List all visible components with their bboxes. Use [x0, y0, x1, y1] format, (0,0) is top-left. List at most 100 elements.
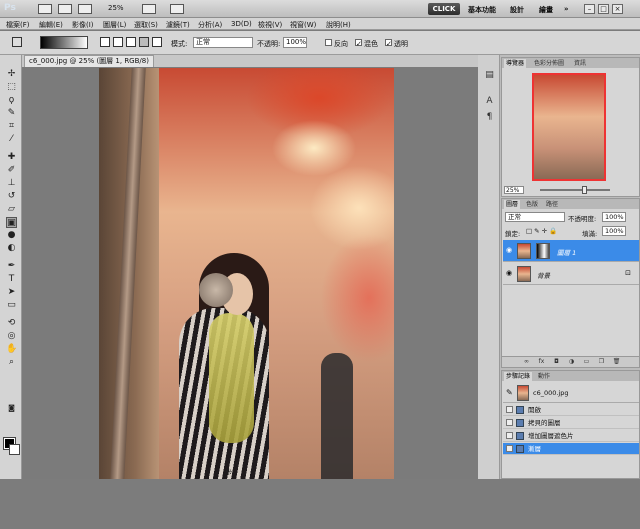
dither-checkbox[interactable]: ✓	[355, 39, 362, 48]
history-item-selected[interactable]: 漸層	[503, 443, 639, 455]
document-tab[interactable]: c6_000.jpg @ 25% (圖層 1, RGB/8)	[24, 55, 154, 67]
eyedropper-tool-icon[interactable]: ⁄	[6, 134, 17, 145]
lasso-tool-icon[interactable]: ϙ	[6, 95, 17, 106]
blur-tool-icon[interactable]: ●	[6, 230, 17, 241]
menu-view[interactable]: 檢視(V)	[258, 20, 282, 30]
navigator-thumbnail[interactable]	[532, 73, 606, 181]
reflected-gradient-icon[interactable]	[139, 37, 149, 47]
dodge-tool-icon[interactable]: ◐	[6, 243, 17, 254]
new-layer-icon[interactable]: ❐	[597, 358, 606, 366]
view-extras-icon[interactable]	[78, 4, 92, 14]
arrange-documents-icon[interactable]	[142, 4, 156, 14]
menu-window[interactable]: 視窗(W)	[290, 20, 316, 30]
history-item[interactable]: 開啟	[503, 404, 639, 416]
hand-tool-icon[interactable]: ✋	[6, 344, 17, 355]
brush-tool-icon[interactable]: ✐	[6, 165, 17, 176]
3d-rotate-tool-icon[interactable]: ⟲	[6, 318, 17, 329]
navigator-zoom-slider[interactable]	[540, 189, 610, 191]
layer-style-icon[interactable]: fx	[537, 358, 546, 366]
path-selection-tool-icon[interactable]: ➤	[6, 287, 17, 298]
pen-tool-icon[interactable]: ✒	[6, 261, 17, 272]
history-checkbox[interactable]	[506, 406, 513, 413]
history-checkbox[interactable]	[506, 432, 513, 439]
marquee-tool-icon[interactable]: ⬚	[6, 82, 17, 93]
crop-tool-icon[interactable]: ⌗	[6, 121, 17, 132]
tab-info[interactable]: 資訊	[572, 59, 588, 68]
menu-analysis[interactable]: 分析(A)	[198, 20, 222, 30]
menu-help[interactable]: 說明(H)	[326, 20, 351, 30]
tab-layers[interactable]: 圖層	[504, 200, 521, 209]
menu-layer[interactable]: 圖層(L)	[103, 20, 126, 30]
menu-select[interactable]: 選取(S)	[134, 20, 158, 30]
move-tool-icon[interactable]: ✢	[6, 69, 17, 80]
shape-tool-icon[interactable]: ▭	[6, 300, 17, 311]
3d-orbit-tool-icon[interactable]: ◎	[6, 331, 17, 342]
history-checkbox[interactable]	[506, 419, 513, 426]
bridge-icon[interactable]	[38, 4, 52, 14]
opacity-input[interactable]: 100%	[283, 37, 307, 48]
menu-edit[interactable]: 編輯(E)	[39, 20, 63, 30]
reverse-checkbox[interactable]	[325, 39, 332, 46]
menu-3d[interactable]: 3D(D)	[231, 20, 252, 28]
tab-channels[interactable]: 色版	[524, 200, 540, 209]
transparency-checkbox[interactable]: ✓	[385, 39, 392, 48]
zoom-tool-icon[interactable]: ⌕	[6, 357, 17, 368]
blend-mode-select[interactable]: 正常	[505, 212, 565, 222]
navigator-zoom-input[interactable]: 25%	[504, 186, 524, 194]
mini-bridge-icon[interactable]	[58, 4, 72, 14]
workspace-painting[interactable]: 繪畫	[539, 5, 553, 15]
layer-mask-thumbnail[interactable]	[536, 243, 550, 259]
background-color-swatch[interactable]	[9, 444, 20, 455]
mode-select[interactable]: 正常	[193, 37, 253, 48]
lock-options-icon[interactable]: □✎✛🔒	[526, 227, 559, 235]
tab-histogram[interactable]: 色彩分佈圖	[532, 59, 566, 68]
collapsed-panel-icon[interactable]: ▤	[484, 70, 495, 81]
more-workspaces-button[interactable]: »	[564, 5, 569, 13]
healing-brush-tool-icon[interactable]: ✚	[6, 152, 17, 163]
history-snapshot[interactable]: ✎ c6_000.jpg	[503, 383, 639, 403]
gradient-tool-preset-icon[interactable]	[12, 37, 22, 47]
tab-history[interactable]: 步驟記錄	[504, 372, 533, 381]
tab-paths[interactable]: 路徑	[544, 200, 560, 209]
screen-mode-icon[interactable]	[170, 4, 184, 14]
maximize-button[interactable]: □	[598, 4, 609, 14]
click-button[interactable]: CLICK	[428, 3, 460, 15]
clone-stamp-tool-icon[interactable]: ⊥	[6, 178, 17, 189]
diamond-gradient-icon[interactable]	[152, 37, 162, 47]
radial-gradient-icon[interactable]	[113, 37, 123, 47]
delete-layer-icon[interactable]: 🗑	[612, 358, 621, 366]
add-mask-icon[interactable]: ◘	[552, 358, 561, 366]
close-button[interactable]: ×	[612, 4, 623, 14]
angle-gradient-icon[interactable]	[126, 37, 136, 47]
quick-mask-icon[interactable]: ◙	[6, 403, 17, 414]
link-layers-icon[interactable]: ∞	[522, 358, 531, 366]
layer-row-background[interactable]: ◉ 背景 ⊡	[503, 263, 639, 285]
gradient-picker[interactable]	[40, 36, 88, 49]
history-brush-source-icon[interactable]: ✎	[506, 388, 513, 397]
zoom-level-select[interactable]: 25%	[96, 4, 134, 15]
eraser-tool-icon[interactable]: ▱	[6, 204, 17, 215]
quick-select-tool-icon[interactable]: ✎	[6, 108, 17, 119]
menu-image[interactable]: 影像(I)	[72, 20, 94, 30]
layer-row-layer1[interactable]: ◉ 圖層 1	[503, 240, 639, 262]
fill-input[interactable]: 100%	[602, 226, 626, 236]
new-group-icon[interactable]: ▭	[582, 358, 591, 366]
menu-file[interactable]: 檔案(F)	[6, 20, 30, 30]
linear-gradient-icon[interactable]	[100, 37, 110, 47]
document-canvas-image[interactable]	[99, 68, 394, 479]
minimize-button[interactable]: –	[584, 4, 595, 14]
type-tool-icon[interactable]: T	[6, 274, 17, 285]
tab-navigator[interactable]: 導覽器	[504, 59, 527, 68]
layer-opacity-input[interactable]: 100%	[602, 212, 626, 222]
paragraph-panel-icon[interactable]: ¶	[484, 112, 495, 123]
adjustment-layer-icon[interactable]: ◑	[567, 358, 576, 366]
tab-actions[interactable]: 動作	[536, 372, 552, 381]
workspace-essentials[interactable]: 基本功能	[468, 5, 496, 15]
history-item[interactable]: 增加圖層遮色片	[503, 430, 639, 442]
workspace-design[interactable]: 設計	[510, 5, 524, 15]
history-brush-tool-icon[interactable]: ↺	[6, 191, 17, 202]
gradient-tool-icon[interactable]: ▣	[6, 217, 17, 228]
visibility-eye-icon[interactable]: ◉	[506, 270, 514, 277]
navigator-slider-handle[interactable]	[582, 186, 587, 194]
character-panel-icon[interactable]: A	[484, 96, 495, 107]
